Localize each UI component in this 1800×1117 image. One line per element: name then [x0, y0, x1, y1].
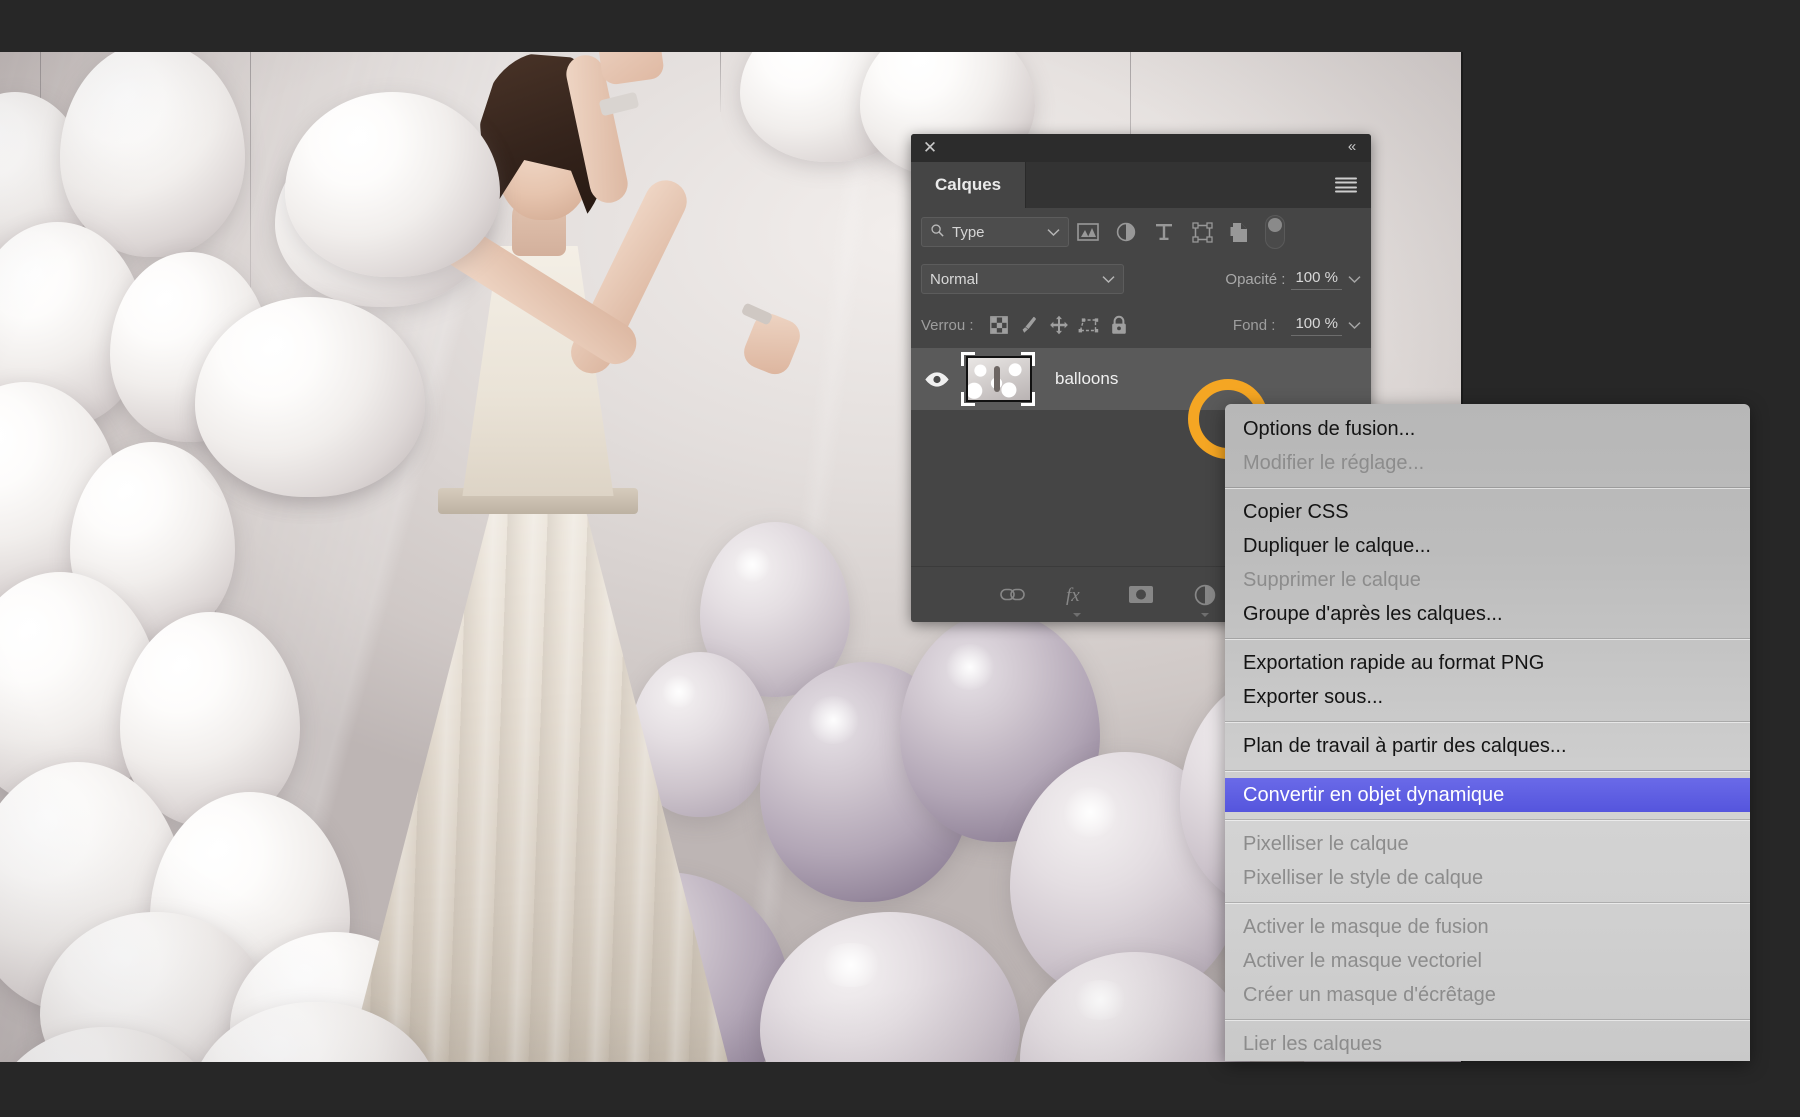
menu-item: Modifier le réglage... [1225, 446, 1750, 480]
menu-separator [1225, 638, 1750, 639]
lock-row: Verrou : Fond : 100 % [911, 302, 1371, 348]
tab-calques-label: Calques [935, 175, 1001, 195]
layer-thumbnail-figure [994, 366, 1000, 392]
filter-smartobject-icon[interactable] [1221, 216, 1259, 248]
layer-name-label[interactable]: balloons [1055, 369, 1118, 389]
lock-position-icon[interactable] [1044, 311, 1074, 339]
menu-item[interactable]: Exportation rapide au format PNG [1225, 646, 1750, 680]
link-layers-icon[interactable] [996, 580, 1030, 610]
menu-separator [1225, 819, 1750, 820]
filter-type-value: Type [952, 224, 985, 241]
close-icon[interactable]: ✕ [921, 139, 939, 157]
layer-filter-row: Type [911, 208, 1371, 256]
layer-style-fx-icon[interactable]: fx [1060, 580, 1094, 610]
opacity-value[interactable]: 100 % [1291, 268, 1342, 290]
chevron-down-icon [1047, 224, 1060, 241]
dress-folds [348, 502, 728, 1062]
layer-visibility-eye-icon[interactable] [915, 371, 959, 388]
menu-item[interactable]: Convertir en objet dynamique [1225, 778, 1750, 812]
menu-item: Pixelliser le calque [1225, 827, 1750, 861]
lock-label: Verrou : [921, 317, 974, 334]
fill-value[interactable]: 100 % [1291, 314, 1342, 336]
menu-item[interactable]: Exporter sous... [1225, 680, 1750, 714]
menu-item: Supprimer le calque [1225, 563, 1750, 597]
panel-tab-bar: Calques [911, 162, 1371, 208]
menu-separator [1225, 1019, 1750, 1020]
opacity-field[interactable]: Opacité : 100 % [1225, 268, 1361, 290]
magnifier-icon [930, 223, 945, 242]
svg-text:fx: fx [1066, 585, 1080, 606]
opacity-label: Opacité : [1225, 271, 1285, 288]
menu-separator [1225, 487, 1750, 488]
blend-mode-row: Normal Opacité : 100 % [911, 256, 1371, 302]
menu-item: Créer un masque d'écrêtage [1225, 978, 1750, 1012]
filter-enable-toggle[interactable] [1265, 215, 1285, 249]
layer-context-menu[interactable]: Options de fusion...Modifier le réglage.… [1225, 404, 1750, 1061]
filter-adjustment-icon[interactable] [1107, 216, 1145, 248]
filter-pixel-icon[interactable] [1069, 216, 1107, 248]
layer-row-balloons[interactable]: balloons [911, 348, 1371, 410]
fill-field[interactable]: Fond : 100 % [1233, 314, 1361, 336]
hamburger-icon[interactable] [1335, 178, 1357, 193]
blend-mode-value: Normal [930, 271, 978, 288]
lock-image-pixels-icon[interactable] [1014, 311, 1044, 339]
menu-separator [1225, 770, 1750, 771]
menu-item[interactable]: Options de fusion... [1225, 412, 1750, 446]
add-layer-mask-icon[interactable] [1124, 580, 1158, 610]
menu-item[interactable]: Groupe d'après les calques... [1225, 597, 1750, 631]
fill-label: Fond : [1233, 317, 1276, 334]
collapse-panel-icon[interactable]: « [1341, 138, 1361, 156]
menu-item: Lier les calques [1225, 1027, 1750, 1061]
chevron-down-icon[interactable] [1348, 317, 1361, 334]
menu-separator [1225, 721, 1750, 722]
layer-thumbnail[interactable] [966, 356, 1032, 402]
menu-item[interactable]: Copier CSS [1225, 495, 1750, 529]
menu-item: Activer le masque de fusion [1225, 910, 1750, 944]
panel-title-bar: ✕ « [911, 134, 1371, 162]
menu-separator [1225, 902, 1750, 903]
lock-all-icon[interactable] [1104, 311, 1134, 339]
filter-type-select[interactable]: Type [921, 217, 1069, 247]
new-adjustment-layer-icon[interactable] [1188, 580, 1222, 610]
filter-shape-icon[interactable] [1183, 216, 1221, 248]
menu-item[interactable]: Plan de travail à partir des calques... [1225, 729, 1750, 763]
filter-type-icon[interactable] [1145, 216, 1183, 248]
chevron-down-icon [1102, 271, 1115, 288]
layer-thumbnail-wrap[interactable] [959, 350, 1037, 408]
blend-mode-select[interactable]: Normal [921, 264, 1124, 294]
app-root: ✕ « Calques Type [0, 0, 1800, 1117]
menu-item[interactable]: Dupliquer le calque... [1225, 529, 1750, 563]
lock-artboard-nesting-icon[interactable] [1074, 311, 1104, 339]
balloon [195, 297, 425, 497]
chevron-down-icon[interactable] [1348, 271, 1361, 288]
balloon [285, 92, 500, 277]
menu-item: Activer le masque vectoriel [1225, 944, 1750, 978]
lock-transparent-pixels-icon[interactable] [984, 311, 1014, 339]
panel-tab-filler [1025, 162, 1371, 208]
balloon [60, 52, 245, 257]
tab-calques[interactable]: Calques [911, 162, 1025, 208]
menu-item: Pixelliser le style de calque [1225, 861, 1750, 895]
